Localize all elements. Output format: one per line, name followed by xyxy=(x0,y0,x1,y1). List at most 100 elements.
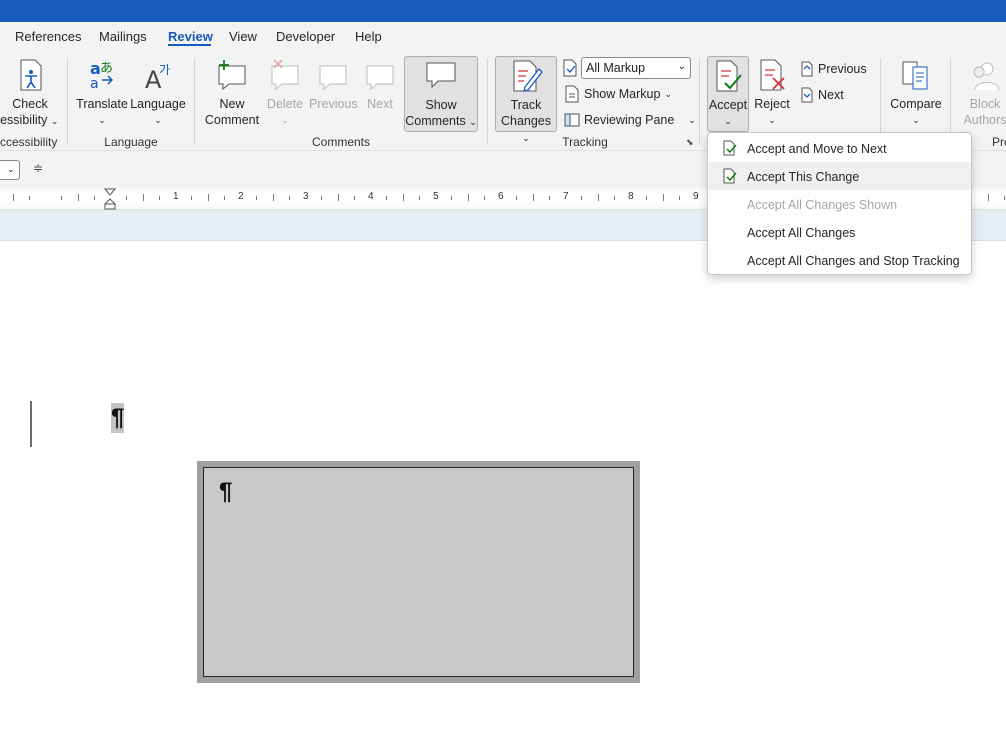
ruler-tick xyxy=(224,196,225,200)
svg-text:あ: あ xyxy=(100,61,113,76)
accept-button[interactable]: Accept ⌄ xyxy=(707,56,749,132)
next-comment-icon xyxy=(366,65,394,91)
dialog-launcher-icon[interactable]: ⬊ xyxy=(686,137,694,148)
previous-change-button[interactable]: Previous xyxy=(800,59,867,79)
block-authors-button[interactable]: Block Authors xyxy=(958,56,1006,130)
document-page[interactable]: ¶ ¶ xyxy=(0,241,1006,729)
accept-label: Accept xyxy=(708,98,748,112)
display-for-review-icon xyxy=(562,58,578,78)
display-for-review-dropdown[interactable]: All Markup ⌄ xyxy=(581,57,691,79)
ruler-tick xyxy=(61,196,62,200)
ruler-tick xyxy=(338,194,339,201)
tab-help[interactable]: Help xyxy=(355,29,382,44)
accept-menu: Accept and Move to Next Accept This Chan… xyxy=(707,132,972,275)
ruler-number: 5 xyxy=(433,191,439,202)
title-bar xyxy=(0,0,1006,22)
reject-icon xyxy=(760,59,785,91)
menu-item-label: Accept All Changes Shown xyxy=(747,198,898,212)
new-comment-button[interactable]: New Comment xyxy=(203,56,261,130)
text-box-inner[interactable]: ¶ xyxy=(203,467,634,677)
language-icon: A 가 xyxy=(145,63,170,92)
group-label-comments: Comments xyxy=(311,135,370,149)
show-comments-button[interactable]: Show Comments ⌄ xyxy=(404,56,478,132)
next-change-label: Next xyxy=(818,88,844,102)
reject-button[interactable]: Reject ⌄ xyxy=(752,56,792,130)
reject-label: Reject xyxy=(754,97,790,111)
ruler-number: 9 xyxy=(693,191,699,202)
menu-item-accept-all-changes[interactable]: Accept All Changes xyxy=(709,218,971,246)
ruler-tick xyxy=(289,196,290,200)
check-accessibility-button[interactable]: Check ccessibility ⌄ xyxy=(0,56,60,130)
next-comment-label: Next xyxy=(367,97,393,111)
tab-references[interactable]: References xyxy=(15,29,81,44)
ruler-tick xyxy=(1004,196,1005,200)
ruler-tick xyxy=(94,196,95,200)
separator xyxy=(67,58,68,144)
ruler-tick xyxy=(354,196,355,200)
paragraph-mark[interactable]: ¶ xyxy=(111,403,125,433)
delete-comment-button[interactable]: Delete ⌄ xyxy=(263,56,307,130)
ruler-tick xyxy=(614,196,615,200)
tab-mailings[interactable]: Mailings xyxy=(99,29,147,44)
svg-text:가: 가 xyxy=(159,63,170,77)
reviewing-pane-button[interactable]: Reviewing Pane ⌄ xyxy=(564,110,696,130)
active-tab-underline xyxy=(168,44,211,46)
menu-item-accept-all-and-stop-tracking[interactable]: Accept All Changes and Stop Tracking xyxy=(709,246,971,274)
block-label: Block xyxy=(969,97,1001,111)
reviewing-pane-icon xyxy=(564,113,580,127)
accept-change-icon xyxy=(723,168,737,184)
tab-developer[interactable]: Developer xyxy=(276,29,335,44)
text-box[interactable]: ¶ xyxy=(197,461,640,683)
menu-item-accept-this-change[interactable]: Accept This Change xyxy=(709,162,971,190)
ruler-tick xyxy=(533,194,534,201)
ruler-tick xyxy=(468,194,469,201)
indent-marker-icon[interactable] xyxy=(104,188,116,210)
ruler-number: 8 xyxy=(628,191,634,202)
translate-button[interactable]: a あ a Translate ⌄ xyxy=(76,56,128,130)
compare-icon xyxy=(902,61,928,90)
delete-comment-icon xyxy=(271,59,299,91)
group-label-accessibility: ccessibility xyxy=(0,135,58,149)
tab-view[interactable]: View xyxy=(229,29,257,44)
ruler-tick xyxy=(581,196,582,200)
ruler-tick xyxy=(29,196,30,200)
delete-label: Delete xyxy=(266,97,304,111)
new-label: New xyxy=(219,97,245,111)
track-changes-icon xyxy=(513,60,543,92)
check-label: Check xyxy=(12,97,48,111)
track-changes-button[interactable]: Track Changes ⌄ xyxy=(495,56,557,143)
svg-text:a: a xyxy=(90,76,99,92)
style-dropdown[interactable]: ⌄ xyxy=(0,160,20,180)
menu-bar: References Mailings Review View Develope… xyxy=(0,22,1006,52)
new-comment-icon xyxy=(218,60,246,91)
previous-comment-button[interactable]: Previous xyxy=(309,56,358,130)
next-comment-button[interactable]: Next xyxy=(360,56,400,130)
ruler-tick xyxy=(679,196,680,200)
show-markup-icon xyxy=(565,85,579,103)
language-button[interactable]: A 가 Language ⌄ xyxy=(130,56,186,130)
menu-item-accept-all-changes-shown[interactable]: Accept All Changes Shown xyxy=(709,190,971,218)
ruler-number: 3 xyxy=(303,191,309,202)
paragraph-mark[interactable]: ¶ xyxy=(219,478,232,506)
tab-review[interactable]: Review xyxy=(168,29,213,44)
show-comments-icon xyxy=(426,62,456,89)
next-change-button[interactable]: Next xyxy=(800,85,844,105)
ruler-tick xyxy=(143,194,144,201)
menu-item-accept-and-move-to-next[interactable]: Accept and Move to Next xyxy=(709,134,971,162)
comment-label: Comment xyxy=(204,113,260,127)
ruler-tick xyxy=(516,196,517,200)
ruler-tick xyxy=(663,194,664,201)
ruler-tick xyxy=(273,194,274,201)
group-label-language: Language xyxy=(104,135,158,149)
chevron-down-icon: ⌄ xyxy=(7,164,15,174)
group-label-protect: Pro xyxy=(992,135,1006,149)
customize-toolbar-icon[interactable]: ≑ xyxy=(33,161,43,175)
show-markup-button[interactable]: Show Markup ⌄ xyxy=(564,84,672,104)
menu-item-label: Accept and Move to Next xyxy=(747,142,887,156)
ruler-tick xyxy=(321,196,322,200)
change-bar xyxy=(30,401,32,447)
translate-icon: a あ a xyxy=(90,59,114,92)
next-change-icon xyxy=(801,87,813,103)
compare-button[interactable]: Compare ⌄ xyxy=(888,56,944,130)
chevron-down-icon: ⌄ xyxy=(677,61,686,72)
